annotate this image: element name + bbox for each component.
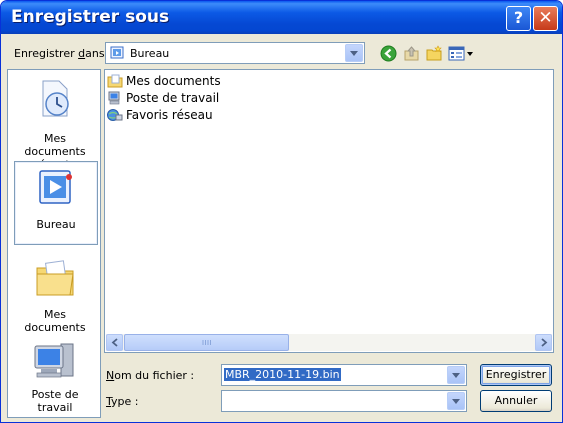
my-documents-icon: [36, 260, 74, 296]
list-item[interactable]: Favoris réseau: [107, 107, 213, 123]
my-documents-icon: [107, 74, 123, 88]
place-my-computer[interactable]: Poste de travail: [14, 338, 96, 414]
scroll-right-button[interactable]: [535, 334, 552, 351]
desktop-icon: [110, 46, 124, 59]
place-recent-documents[interactable]: Mes documents récents: [14, 78, 96, 171]
filetype-dropdown[interactable]: [221, 390, 467, 412]
filename-input[interactable]: MBR_2010-11-19.bin: [221, 364, 467, 386]
list-item[interactable]: Mes documents: [107, 73, 221, 89]
chevron-down-icon: [452, 398, 460, 404]
place-my-documents-label: Mes documents: [24, 308, 86, 334]
save-as-dialog: Enregistrer sous ? ✕ Enregistrer dans : …: [0, 0, 563, 423]
chevron-left-icon: [111, 338, 118, 347]
scroll-thumb[interactable]: [124, 334, 289, 351]
grip-icon: [202, 340, 211, 345]
file-list[interactable]: Mes documents Poste de travail Favoris r…: [104, 69, 554, 353]
chevron-right-icon: [540, 338, 547, 347]
place-desktop-label: Bureau: [36, 218, 76, 231]
my-computer-icon: [108, 91, 120, 105]
window-title: Enregistrer sous: [11, 7, 170, 27]
save-in-dropdown[interactable]: Bureau: [105, 42, 365, 64]
scroll-left-button[interactable]: [106, 334, 123, 351]
new-folder-icon[interactable]: [425, 44, 443, 62]
view-menu-icon[interactable]: [448, 44, 474, 62]
list-item-label: Mes documents: [126, 74, 221, 88]
filetype-dropdown-button[interactable]: [447, 392, 465, 410]
filename-value: MBR_2010-11-19.bin: [224, 368, 341, 381]
save-button[interactable]: Enregistrer: [480, 364, 552, 386]
places-bar: Mes documents récents Bureau Mes documen…: [7, 69, 101, 418]
chevron-down-icon: [452, 372, 460, 378]
help-button[interactable]: ?: [506, 6, 531, 31]
cancel-button[interactable]: Annuler: [480, 390, 552, 412]
place-desktop[interactable]: Bureau: [14, 161, 98, 245]
filename-label: Nom du fichier :: [106, 369, 195, 382]
save-in-dropdown-button[interactable]: [345, 44, 363, 62]
back-icon[interactable]: [379, 44, 397, 62]
filename-dropdown-button[interactable]: [447, 366, 465, 384]
place-my-computer-label: Poste de travail: [31, 388, 79, 414]
network-places-icon: [107, 109, 123, 121]
desktop-icon: [39, 170, 72, 204]
recent-documents-icon: [42, 80, 69, 117]
up-folder-icon[interactable]: [402, 44, 420, 62]
chevron-down-icon: [350, 50, 358, 56]
title-bar[interactable]: Enregistrer sous ? ✕: [1, 1, 562, 34]
place-my-documents[interactable]: Mes documents: [14, 256, 96, 334]
my-computer-icon: [34, 343, 74, 378]
list-item[interactable]: Poste de travail: [107, 90, 219, 106]
filetype-label: Type :: [106, 395, 139, 408]
save-in-label: Enregistrer dans :: [14, 47, 112, 60]
list-item-label: Favoris réseau: [126, 108, 213, 122]
list-item-label: Poste de travail: [126, 91, 220, 105]
save-in-value: Bureau: [130, 47, 170, 60]
close-button[interactable]: ✕: [533, 6, 558, 31]
horizontal-scrollbar[interactable]: [106, 334, 552, 351]
